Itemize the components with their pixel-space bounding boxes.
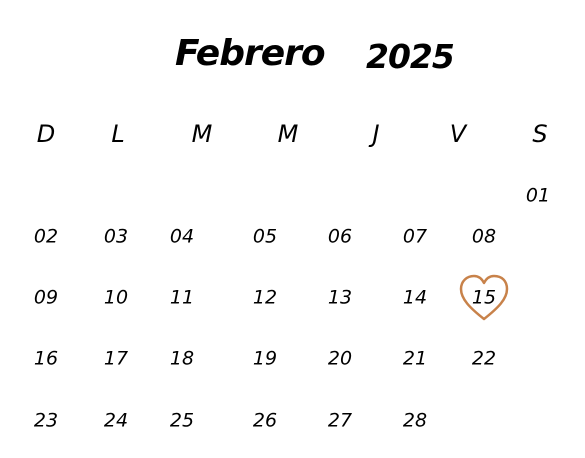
day-14[interactable]: 14	[403, 288, 427, 308]
day-09[interactable]: 09	[34, 288, 58, 308]
day-17[interactable]: 17	[104, 349, 128, 369]
day-02[interactable]: 02	[34, 227, 58, 247]
day-27[interactable]: 27	[328, 411, 352, 431]
day-25[interactable]: 25	[170, 411, 194, 431]
weekday-label: J	[372, 120, 380, 148]
weekday-label: M	[277, 120, 299, 148]
weekday-label: S	[532, 120, 548, 148]
day-07[interactable]: 07	[403, 227, 427, 247]
day-12[interactable]: 12	[253, 288, 277, 308]
day-13[interactable]: 13	[328, 288, 352, 308]
day-22[interactable]: 22	[472, 349, 496, 369]
weekday-label: M	[191, 120, 213, 148]
day-06[interactable]: 06	[328, 227, 352, 247]
day-05[interactable]: 05	[253, 227, 277, 247]
year-title: 2025	[366, 37, 455, 76]
day-28[interactable]: 28	[403, 411, 427, 431]
weekday-label: V	[449, 120, 467, 148]
weekday-label: D	[36, 120, 56, 148]
day-03[interactable]: 03	[104, 227, 128, 247]
weekday-label: L	[111, 120, 125, 148]
day-19[interactable]: 19	[253, 349, 277, 369]
day-08[interactable]: 08	[472, 227, 496, 247]
day-11[interactable]: 11	[170, 288, 194, 308]
day-21[interactable]: 21	[403, 349, 427, 369]
month-title: Febrero	[175, 33, 326, 74]
day-10[interactable]: 10	[104, 288, 128, 308]
day-18[interactable]: 18	[170, 349, 194, 369]
day-15[interactable]: 15	[472, 288, 496, 308]
day-26[interactable]: 26	[253, 411, 277, 431]
day-16[interactable]: 16	[34, 349, 58, 369]
day-20[interactable]: 20	[328, 349, 352, 369]
day-04[interactable]: 04	[170, 227, 194, 247]
day-24[interactable]: 24	[104, 411, 128, 431]
day-01[interactable]: 01	[526, 186, 550, 206]
day-23[interactable]: 23	[34, 411, 58, 431]
